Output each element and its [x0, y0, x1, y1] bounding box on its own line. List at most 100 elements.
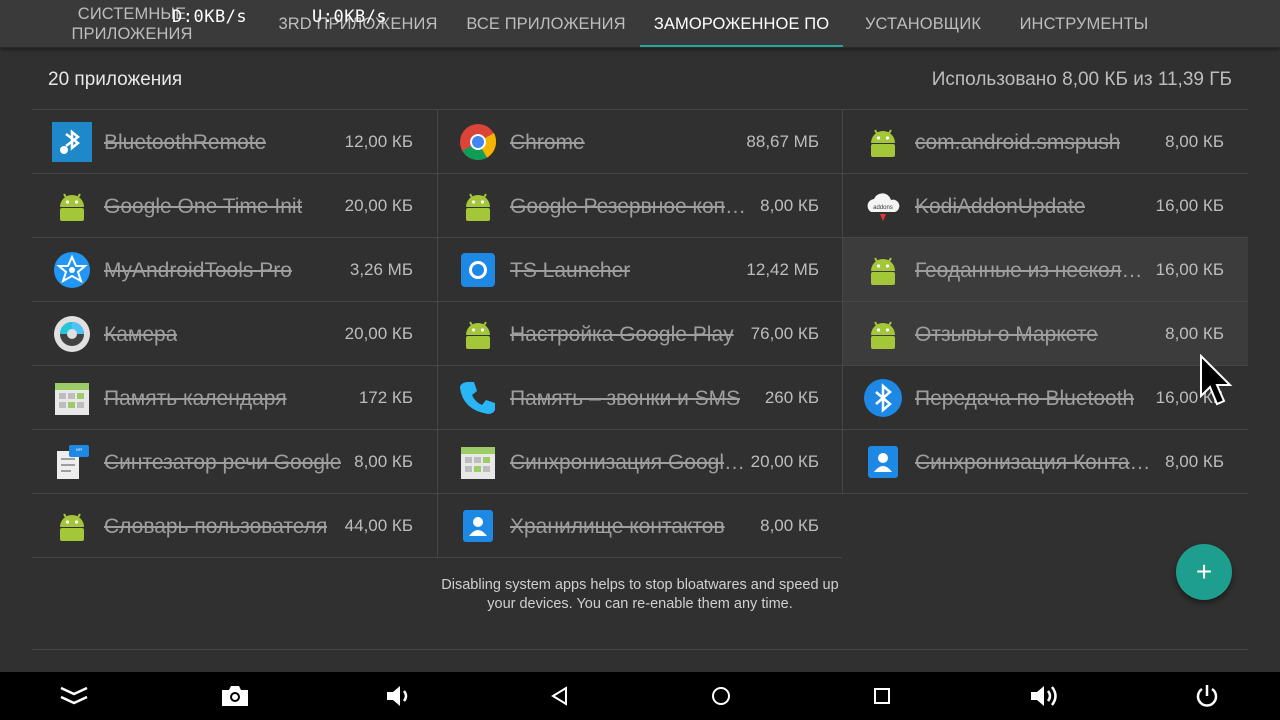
- app-name: Настройка Google Play: [510, 323, 734, 346]
- addons-cloud-icon: addons: [863, 186, 903, 226]
- app-item[interactable]: Chrome 88,67 МБ: [438, 110, 843, 173]
- app-size: 260 КБ: [764, 388, 819, 407]
- svg-text:“”: “”: [76, 447, 82, 457]
- android-icon: [863, 122, 903, 162]
- app-item[interactable]: addons KodiAddonUpdate 16,00 КБ: [843, 174, 1248, 237]
- app-size: 88,67 МБ: [746, 132, 819, 151]
- app-size: 20,00 КБ: [344, 324, 413, 343]
- phone-icon: [458, 378, 498, 418]
- app-item[interactable]: Синхронизация Контактов 8,00 КБ: [843, 430, 1248, 493]
- app-name: Синтезатор речи Google: [104, 451, 342, 474]
- app-name: Google Резервное копирование: [510, 195, 748, 218]
- app-name: KodiAddonUpdate: [915, 195, 1086, 218]
- bluetooth-icon: [863, 378, 903, 418]
- divider: [32, 649, 1248, 650]
- app-item[interactable]: Словарь пользователя 44,00 КБ: [32, 494, 437, 557]
- app-count: 20 приложения: [48, 69, 183, 90]
- app-size: 8,00 КБ: [354, 452, 413, 471]
- app-name: Память календаря: [104, 387, 287, 410]
- volume-up-icon[interactable]: [1021, 672, 1069, 720]
- app-name: Google One Time Init: [104, 195, 303, 218]
- app-name: MyAndroidTools Pro: [104, 259, 292, 282]
- app-item[interactable]: MyAndroidTools Pro 3,26 МБ: [32, 238, 437, 301]
- android-icon: [458, 314, 498, 354]
- android-icon: [52, 186, 92, 226]
- storage-usage: Использовано 8,00 КБ из 11,39 ГБ: [931, 69, 1232, 90]
- app-size: 172 КБ: [358, 388, 413, 407]
- upload-speed: U:0KB/s: [312, 7, 388, 27]
- app-name: Хранилище контактов: [510, 515, 725, 538]
- app-item[interactable]: Память – звонки и SMS 260 КБ: [438, 366, 843, 429]
- system-nav-bar: [0, 672, 1280, 720]
- app-item[interactable]: BluetoothRemote 12,00 КБ: [32, 110, 437, 173]
- app-name: Камера: [104, 323, 178, 346]
- app-item[interactable]: Синхронизация Google Календаря20,00 КБ: [438, 430, 843, 493]
- ts-launcher-icon: [458, 250, 498, 290]
- app-item[interactable]: Google Резервное копирование 8,00 КБ: [438, 174, 843, 237]
- app-item[interactable]: Настройка Google Play 76,00 КБ: [438, 302, 843, 365]
- app-size: 76,00 КБ: [750, 324, 819, 343]
- app-item[interactable]: TS Launcher 12,42 МБ: [438, 238, 843, 301]
- mouse-cursor: [1199, 353, 1235, 413]
- app-item[interactable]: Камера 20,00 КБ: [32, 302, 437, 365]
- contacts-icon: [458, 506, 498, 546]
- app-size: 44,00 КБ: [344, 516, 413, 535]
- app-name: Синхронизация Контактов: [915, 451, 1153, 474]
- android-icon: [458, 186, 498, 226]
- volume-down-icon[interactable]: [374, 672, 422, 720]
- app-item[interactable]: com.android.smspush 8,00 КБ: [843, 110, 1248, 173]
- info-note: Disabling system apps helps to stop bloa…: [441, 577, 839, 612]
- android-icon: [52, 506, 92, 546]
- active-tab-indicator: [640, 45, 843, 47]
- home-icon[interactable]: [697, 672, 745, 720]
- app-item[interactable]: Геоданные из нескольких источников16,00 …: [843, 238, 1248, 301]
- chrome-icon: [458, 122, 498, 162]
- app-size: 8,00 КБ: [1165, 324, 1224, 343]
- recents-icon[interactable]: [858, 672, 906, 720]
- app-name: TS Launcher: [510, 259, 631, 282]
- text-to-speech-icon: “”: [52, 442, 92, 482]
- plus-icon: +: [1195, 556, 1213, 587]
- app-name: Синхронизация Google Календаря: [510, 451, 748, 474]
- app-size: 8,00 КБ: [1165, 452, 1224, 471]
- app-item[interactable]: Отзывы о Маркете 8,00 КБ: [843, 302, 1248, 365]
- app-size: 20,00 КБ: [344, 196, 413, 215]
- app-size: 3,26 МБ: [349, 260, 413, 279]
- download-speed: D:0KB/s: [172, 7, 248, 27]
- contacts-icon: [863, 442, 903, 482]
- app-name: Отзывы о Маркете: [915, 323, 1098, 346]
- app-name: com.android.smspush: [915, 131, 1121, 154]
- app-name: Геоданные из нескольких источников: [915, 259, 1153, 282]
- back-icon[interactable]: [536, 672, 584, 720]
- app-size: 8,00 КБ: [1165, 132, 1224, 151]
- app-size: 16,00 КБ: [1155, 196, 1224, 215]
- app-item[interactable]: Передача по Bluetooth 16,00 КБ: [843, 366, 1248, 429]
- power-icon[interactable]: [1183, 672, 1231, 720]
- tab-all-apps[interactable]: ВСЕ ПРИЛОЖЕНИЯ: [456, 0, 636, 48]
- app-name: BluetoothRemote: [104, 131, 267, 154]
- app-name: Chrome: [510, 131, 585, 154]
- app-size: 20,00 КБ: [750, 452, 819, 471]
- tab-tools[interactable]: ИНСТРУМЕНТЫ: [1006, 0, 1162, 48]
- screenshot-icon[interactable]: [211, 672, 259, 720]
- app-item[interactable]: Память календаря 172 КБ: [32, 366, 437, 429]
- app-size: 8,00 КБ: [760, 196, 819, 215]
- collapse-icon[interactable]: [50, 672, 98, 720]
- svg-text:addons: addons: [873, 205, 893, 211]
- app-name: Передача по Bluetooth: [915, 387, 1135, 410]
- bluetooth-remote-icon: [52, 122, 92, 162]
- myandroidtools-icon: [52, 250, 92, 290]
- tab-frozen[interactable]: ЗАМОРОЖЕННОЕ ПО: [640, 0, 843, 48]
- calendar-storage-icon: [52, 378, 92, 418]
- app-size: 8,00 КБ: [760, 516, 819, 535]
- add-button[interactable]: +: [1176, 544, 1232, 600]
- app-name: Словарь пользователя: [104, 515, 328, 538]
- camera-lens-icon: [52, 314, 92, 354]
- app-item[interactable]: “” Синтезатор речи Google 8,00 КБ: [32, 430, 437, 493]
- app-item[interactable]: Google One Time Init 20,00 КБ: [32, 174, 437, 237]
- app-item[interactable]: Хранилище контактов 8,00 КБ: [438, 494, 843, 557]
- android-icon: [863, 250, 903, 290]
- tab-installer[interactable]: УСТАНОВЩИК: [848, 0, 998, 48]
- android-icon: [863, 314, 903, 354]
- app-name: Память – звонки и SMS: [510, 387, 741, 410]
